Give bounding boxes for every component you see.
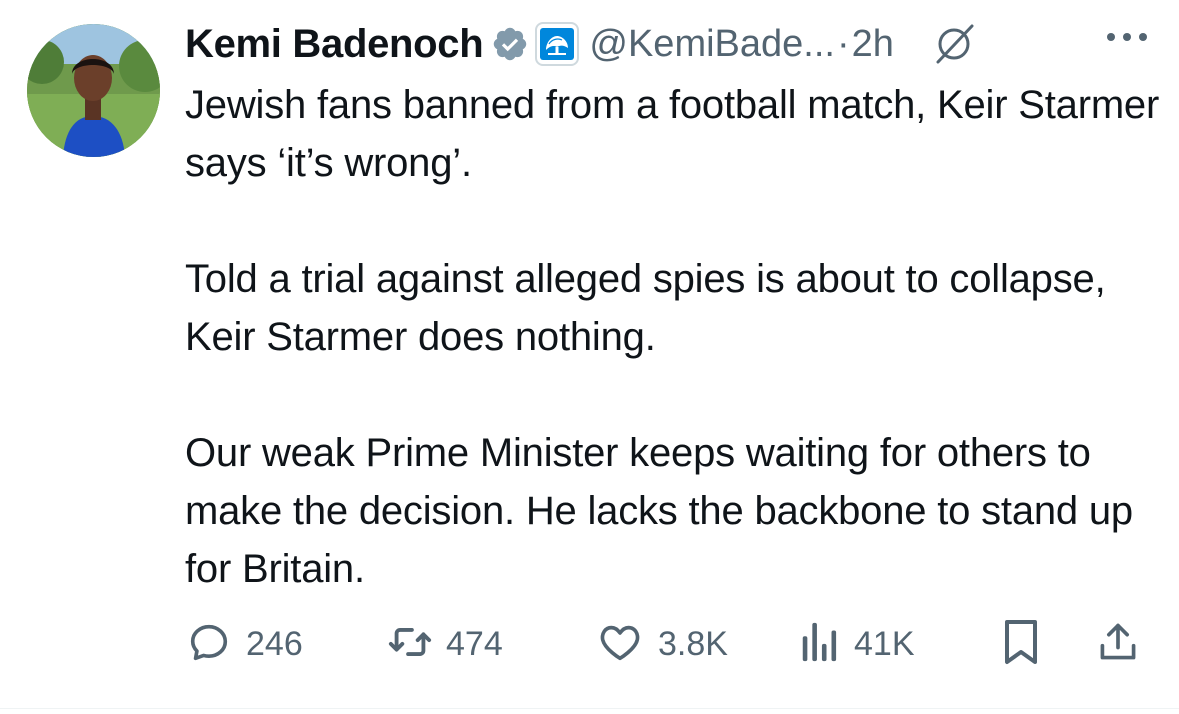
grok-icon[interactable] [932,22,976,66]
bookmark-icon [1000,618,1042,671]
tweet-text: Jewish fans banned from a football match… [185,76,1160,598]
like-button[interactable]: 3.8K [596,616,728,672]
tweet-header: Kemi Badenoch @KemiBade... · 2h [185,16,1160,72]
share-button[interactable] [1096,616,1140,672]
tweet-paragraph: Jewish fans banned from a football match… [185,83,1160,185]
tweet: Kemi Badenoch @KemiBade... · 2h Jewish f… [0,0,1179,714]
repost-icon [384,619,436,670]
reply-button[interactable]: 246 [186,616,303,672]
heart-icon [596,619,644,670]
like-count: 3.8K [658,624,728,663]
bottom-divider [0,708,1179,709]
separator-dot: · [836,22,850,65]
repost-button[interactable]: 474 [384,616,503,672]
reply-count: 246 [246,624,303,663]
verified-badge-icon[interactable] [491,25,529,63]
post-time[interactable]: 2h [852,23,894,66]
views-count: 41K [854,624,915,663]
share-icon [1096,619,1140,670]
author-handle[interactable]: @KemiBade... [589,23,835,66]
conservatives-tree-icon[interactable] [535,22,580,66]
tweet-paragraph: Told a trial against alleged spies is ab… [185,257,1106,359]
bookmark-button[interactable] [1000,616,1042,672]
action-bar: 246 474 3.8K 41K [186,616,1156,672]
repost-count: 474 [446,624,503,663]
more-options-icon[interactable] [1104,30,1150,44]
author-name[interactable]: Kemi Badenoch [185,22,484,67]
reply-icon [186,619,232,670]
views-chart-icon [800,619,840,670]
views-button[interactable]: 41K [800,616,915,672]
avatar[interactable] [27,24,160,157]
tweet-paragraph: Our weak Prime Minister keeps waiting fo… [185,431,1133,591]
